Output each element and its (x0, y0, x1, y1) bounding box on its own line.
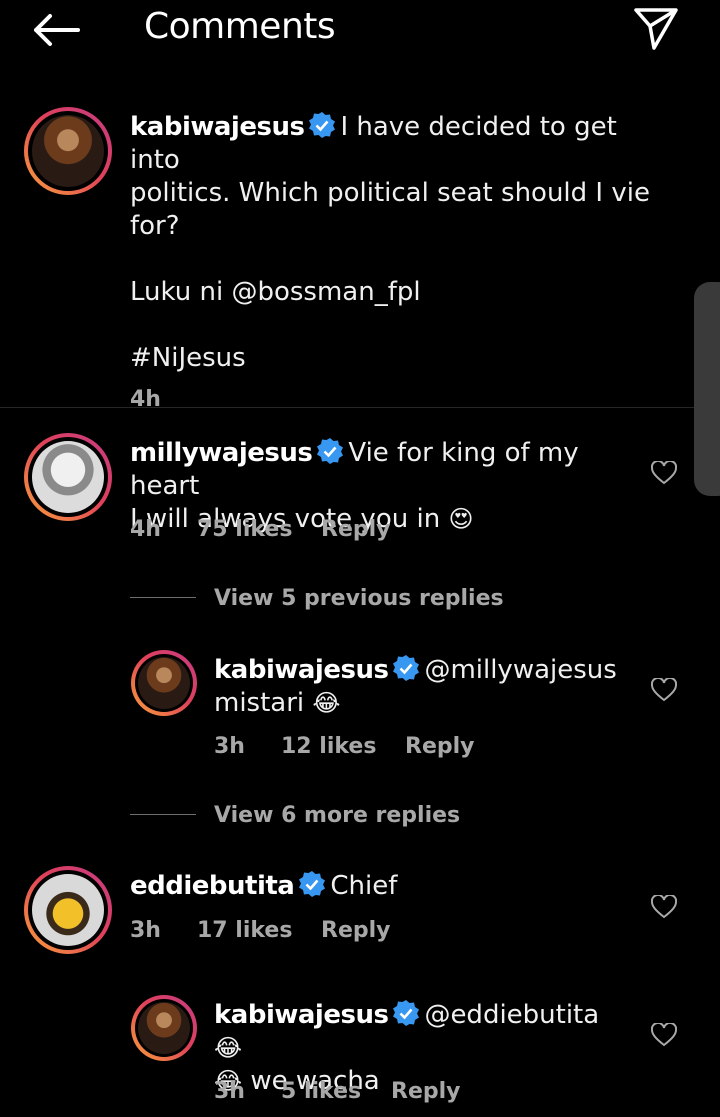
avatar[interactable] (131, 995, 197, 1061)
verified-badge-icon (299, 871, 326, 897)
replies-divider-line (130, 814, 196, 815)
avatar[interactable] (24, 433, 112, 521)
comment-time: 3h (130, 918, 161, 943)
like-heart-icon[interactable] (651, 461, 677, 485)
caption-text-line3: for? (130, 211, 180, 241)
view-more-replies[interactable]: View 6 more replies (214, 803, 460, 828)
verified-badge-icon (393, 1000, 420, 1026)
reply-button[interactable]: Reply (391, 1079, 461, 1104)
reply-likes[interactable]: 5 likes (281, 1079, 361, 1104)
caption-time: 4h (130, 387, 161, 412)
replies-divider-line (130, 597, 196, 598)
view-previous-replies[interactable]: View 5 previous replies (214, 586, 504, 611)
caption-hashtag[interactable]: #NiJesus (130, 342, 650, 375)
like-heart-icon[interactable] (651, 895, 677, 919)
caption-text-line4[interactable]: Luku ni @bossman_fpl (130, 276, 650, 309)
mention-link[interactable]: @millywajesus (424, 655, 616, 685)
laughing-emoji: 😂 (214, 1034, 243, 1062)
reply-text: mistari (214, 688, 305, 718)
reply-button[interactable]: Reply (321, 918, 391, 943)
caption-text-line2: politics. Which political seat should I … (130, 178, 650, 208)
mention-link[interactable]: @eddiebutita (424, 1000, 599, 1030)
verified-badge-icon (309, 112, 336, 138)
reply-time: 3h (214, 1079, 245, 1104)
page-title: Comments (144, 6, 336, 47)
comment-username[interactable]: millywajesus (130, 438, 313, 468)
heart-eyes-emoji: 😍 (448, 505, 474, 533)
comment-username[interactable]: eddiebutita (130, 871, 295, 901)
verified-badge-icon (317, 438, 344, 464)
comment-time: 4h (130, 517, 161, 542)
caption-block: kabiwajesus I have decided to get into po… (130, 111, 650, 412)
like-heart-icon[interactable] (651, 678, 677, 702)
reply-item: kabiwajesus @millywajesus mistari 😂 (214, 654, 634, 720)
reply-button[interactable]: Reply (405, 734, 475, 759)
comment-likes[interactable]: 17 likes (197, 918, 292, 943)
reply-time: 3h (214, 734, 245, 759)
scrollbar[interactable] (694, 282, 720, 496)
comment-item: eddiebutita Chief (130, 870, 640, 903)
divider (0, 407, 720, 408)
caption-username[interactable]: kabiwajesus (130, 112, 305, 142)
back-arrow-icon[interactable] (30, 10, 82, 50)
reply-username[interactable]: kabiwajesus (214, 1000, 389, 1030)
reply-likes[interactable]: 12 likes (281, 734, 376, 759)
comment-likes[interactable]: 75 likes (197, 517, 292, 542)
send-icon[interactable] (632, 4, 680, 52)
laughing-emoji: 😂 (312, 689, 341, 717)
verified-badge-icon (393, 655, 420, 681)
reply-username[interactable]: kabiwajesus (214, 655, 389, 685)
comment-text: Chief (330, 871, 398, 901)
avatar[interactable] (131, 650, 197, 716)
avatar[interactable] (24, 866, 112, 954)
like-heart-icon[interactable] (651, 1023, 677, 1047)
reply-button[interactable]: Reply (321, 517, 391, 542)
avatar[interactable] (24, 107, 112, 195)
